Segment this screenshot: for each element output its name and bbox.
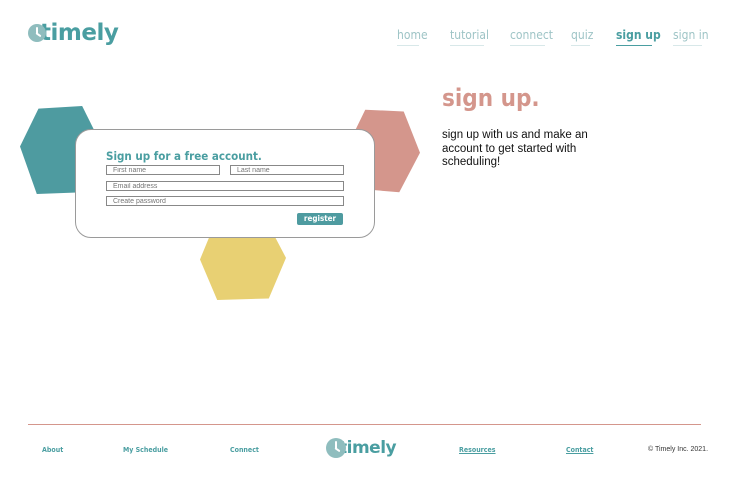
signup-card-title: Sign up for a free account. xyxy=(106,149,262,163)
last-name-input[interactable] xyxy=(230,165,344,175)
footer-link-about[interactable]: About xyxy=(42,446,63,454)
footer-logo[interactable]: timely xyxy=(326,438,397,458)
footer-link-contact[interactable]: Contact xyxy=(566,446,593,454)
footer-link-connect[interactable]: Connect xyxy=(230,446,259,454)
footer-logo-text: timely xyxy=(339,438,397,458)
nav-sign-in[interactable]: sign in xyxy=(673,28,709,46)
nav-quiz[interactable]: quiz xyxy=(571,28,593,46)
footer-divider xyxy=(28,424,701,425)
main-nav: home tutorial connect quiz sign up sign … xyxy=(0,28,732,52)
page-heading: sign up. xyxy=(442,84,540,112)
nav-home[interactable]: home xyxy=(397,28,428,46)
first-name-input[interactable] xyxy=(106,165,220,175)
signup-card: Sign up for a free account. register xyxy=(75,129,375,238)
nav-connect[interactable]: connect xyxy=(510,28,553,46)
footer-link-my-schedule[interactable]: My Schedule xyxy=(123,446,168,454)
footer-link-resources[interactable]: Resources xyxy=(459,446,496,454)
nav-tutorial[interactable]: tutorial xyxy=(450,28,489,46)
copyright-text: © Timely Inc. 2021. xyxy=(648,446,709,453)
register-button[interactable]: register xyxy=(297,213,343,225)
email-input[interactable] xyxy=(106,181,344,191)
page-description: sign up with us and make an account to g… xyxy=(442,129,588,168)
clock-icon xyxy=(326,438,346,458)
password-input[interactable] xyxy=(106,196,344,206)
nav-sign-up[interactable]: sign up xyxy=(616,28,661,46)
